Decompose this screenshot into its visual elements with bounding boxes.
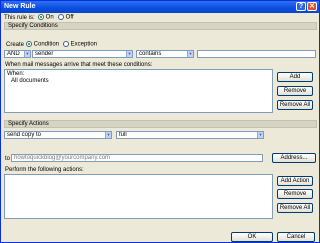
rule-on-radio[interactable]: On bbox=[38, 14, 54, 21]
remove-all-conditions-button[interactable]: Remove All bbox=[277, 100, 313, 110]
conditions-section-header: Specify Conditions bbox=[4, 22, 317, 30]
logic-select[interactable]: AND ▼ bbox=[4, 50, 31, 58]
create-exception-radio[interactable]: Exception bbox=[63, 41, 97, 48]
actions-list-label: Perform the following actions: bbox=[5, 167, 84, 173]
chevron-down-icon: ▼ bbox=[24, 51, 30, 57]
ok-button[interactable]: OK bbox=[231, 232, 273, 242]
radio-checked-icon bbox=[38, 14, 44, 20]
field-value: sender bbox=[35, 51, 54, 57]
condition-value-input[interactable] bbox=[197, 50, 316, 58]
add-condition-button[interactable]: Add bbox=[277, 72, 313, 82]
radio-unchecked-icon bbox=[63, 41, 69, 47]
rule-off-label: Off bbox=[65, 14, 74, 21]
new-rule-dialog: New Rule ? ✕ This rule is: On Off Specif… bbox=[0, 0, 320, 243]
help-icon[interactable]: ? bbox=[296, 2, 306, 11]
address-button[interactable]: Address... bbox=[272, 153, 316, 163]
create-label: Create bbox=[6, 42, 25, 48]
rule-off-radio[interactable]: Off bbox=[58, 14, 74, 21]
remove-action-button[interactable]: Remove bbox=[277, 189, 313, 199]
close-icon[interactable]: ✕ bbox=[307, 2, 317, 11]
recipient-input[interactable]: howtoquickblog@yourcompany.com bbox=[11, 154, 263, 162]
rule-state-label: This rule is: bbox=[4, 15, 35, 21]
chevron-down-icon: ▼ bbox=[126, 51, 132, 57]
copy-mode-value: full bbox=[119, 132, 127, 138]
conditions-list-line-all: All documents bbox=[11, 78, 49, 84]
conditions-list-line-when: When: bbox=[7, 71, 25, 77]
title-bar: New Rule ? ✕ bbox=[1, 1, 319, 13]
actions-section-header: Specify Actions bbox=[4, 120, 317, 128]
conditions-list[interactable]: When: All documents bbox=[4, 69, 273, 113]
operator-select[interactable]: contains ▼ bbox=[136, 50, 194, 58]
chevron-down-icon: ▼ bbox=[105, 132, 111, 138]
dialog-title: New Rule bbox=[4, 3, 36, 10]
add-action-button[interactable]: Add Action bbox=[277, 176, 313, 186]
action-value: send copy to bbox=[7, 132, 42, 138]
conditions-list-label: When mail messages arrive that meet thes… bbox=[5, 62, 153, 68]
remove-condition-button[interactable]: Remove bbox=[277, 86, 313, 96]
logic-value: AND bbox=[7, 51, 20, 57]
create-condition-radio[interactable]: Condition bbox=[26, 41, 59, 48]
rule-on-label: On bbox=[45, 14, 54, 21]
operator-value: contains bbox=[139, 51, 162, 57]
copy-mode-select[interactable]: full ▼ bbox=[116, 131, 264, 139]
actions-list[interactable] bbox=[4, 174, 273, 219]
action-select[interactable]: send copy to ▼ bbox=[4, 131, 112, 139]
to-label: to bbox=[5, 156, 11, 162]
condition-option-label: Condition bbox=[33, 41, 60, 48]
chevron-down-icon: ▼ bbox=[257, 132, 263, 138]
remove-all-actions-button[interactable]: Remove All bbox=[277, 203, 313, 213]
exception-option-label: Exception bbox=[70, 41, 98, 48]
cancel-button[interactable]: Cancel bbox=[277, 232, 315, 242]
field-select[interactable]: sender ▼ bbox=[32, 50, 133, 58]
chevron-down-icon: ▼ bbox=[187, 51, 193, 57]
radio-checked-icon bbox=[26, 41, 32, 47]
radio-unchecked-icon bbox=[58, 14, 64, 20]
